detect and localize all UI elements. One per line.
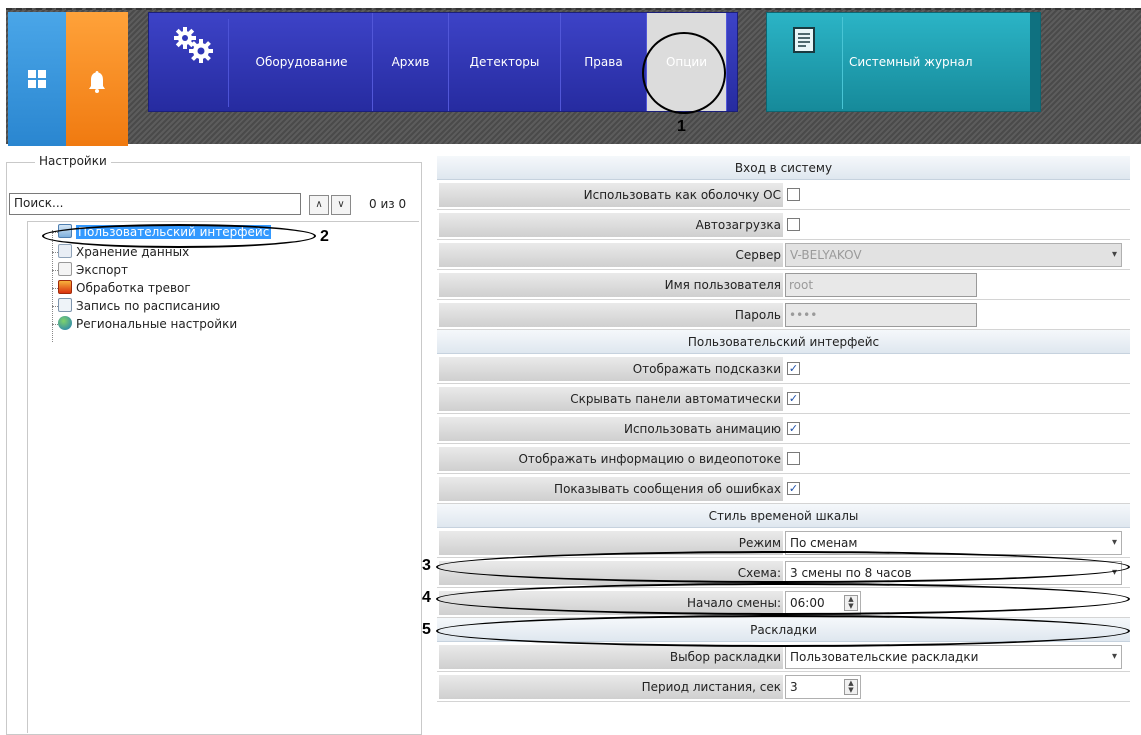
callout-number-5: 5 — [422, 621, 431, 638]
search-next-button[interactable]: ∨ — [331, 195, 351, 215]
journal-label: Системный журнал — [849, 55, 973, 69]
section-user-interface: Пользовательский интерфейс — [437, 330, 1130, 354]
search-count: 0 из 0 — [369, 197, 407, 211]
layout-select-value: Пользовательские раскладки — [790, 650, 979, 664]
tab-equipment[interactable]: Оборудование — [231, 13, 373, 111]
server-label: Сервер — [439, 243, 783, 267]
search-prev-button[interactable]: ∧ — [309, 195, 329, 215]
server-value: V-BELYAKOV — [790, 248, 862, 262]
section-timeline-style: Стиль временой шкалы — [437, 504, 1130, 528]
row-animation: Использовать анимацию ✓ — [437, 414, 1130, 444]
scroll-period-label: Период листания, сек — [439, 675, 783, 699]
alarm-icon — [58, 280, 72, 294]
export-icon — [58, 262, 72, 276]
windows-icon — [28, 70, 46, 88]
settings-panel: Настройки Поиск... ∧ ∨ 0 из 0 Пользовате… — [6, 154, 422, 735]
callout-ellipse-2 — [42, 224, 316, 248]
row-autoload: Автозагрузка — [437, 210, 1130, 240]
alarm-tile-button[interactable] — [66, 12, 128, 146]
row-scroll-period: Период листания, сек 3 ▲ ▼ — [437, 672, 1130, 702]
row-shell: Использовать как оболочку ОС — [437, 180, 1130, 210]
settings-tree: Пользовательский интерфейс Хранение данн… — [27, 221, 419, 733]
callout-ellipse-3 — [436, 551, 1130, 583]
animation-label: Использовать анимацию — [439, 417, 783, 441]
section-login: Вход в систему — [437, 156, 1130, 180]
journal-icon — [771, 17, 843, 109]
search-input[interactable]: Поиск... — [9, 193, 301, 215]
spinner-arrows-icon[interactable]: ▲ ▼ — [844, 679, 858, 695]
scroll-period-spinner[interactable]: 3 ▲ ▼ — [785, 675, 861, 699]
callout-number-3: 3 — [422, 557, 431, 574]
tree-item-export[interactable]: Экспорт — [58, 262, 128, 278]
globe-icon — [58, 316, 72, 330]
chevron-down-icon: ▾ — [1111, 651, 1117, 662]
journal-strip — [1030, 13, 1040, 111]
search-row: Поиск... ∧ ∨ 0 из 0 — [9, 193, 417, 215]
username-label: Имя пользователя — [439, 273, 783, 297]
tree-connector — [52, 230, 53, 342]
row-errors: Показывать сообщения об ошибках ✓ — [437, 474, 1130, 504]
password-label: Пароль — [439, 303, 783, 327]
row-hints: Отображать подсказки ✓ — [437, 354, 1130, 384]
row-password: Пароль •••• — [437, 300, 1130, 330]
callout-number-1: 1 — [677, 118, 686, 135]
row-server: Сервер V-BELYAKOV ▾ — [437, 240, 1130, 270]
row-stream-info: Отображать информацию о видеопотоке — [437, 444, 1130, 474]
autoload-checkbox[interactable] — [787, 218, 800, 231]
row-hide-panels: Скрывать панели автоматически ✓ — [437, 384, 1130, 414]
layout-select-label: Выбор раскладки — [439, 645, 783, 669]
stream-info-checkbox[interactable] — [787, 452, 800, 465]
tree-item-scheduled-recording[interactable]: Запись по расписанию — [58, 298, 220, 314]
chevron-down-icon: ▾ — [1111, 537, 1117, 548]
stream-info-label: Отображать информацию о видеопотоке — [439, 447, 783, 471]
hide-panels-checkbox[interactable]: ✓ — [787, 392, 800, 405]
bell-icon — [87, 70, 107, 99]
hints-label: Отображать подсказки — [439, 357, 783, 381]
errors-label: Показывать сообщения об ошибках — [439, 477, 783, 501]
autoload-label: Автозагрузка — [439, 213, 783, 237]
chevron-down-icon: ▾ — [1111, 249, 1117, 260]
callout-ellipse-1 — [642, 32, 726, 114]
animation-checkbox[interactable]: ✓ — [787, 422, 800, 435]
top-toolbar: Оборудование Архив Детекторы Права Опции… — [6, 8, 1141, 146]
mode-value: По сменам — [790, 536, 858, 550]
scroll-period-value: 3 — [790, 680, 798, 694]
hints-checkbox[interactable]: ✓ — [787, 362, 800, 375]
schedule-icon — [58, 298, 72, 312]
tab-archive[interactable]: Архив — [373, 13, 449, 111]
windows-tile-button[interactable] — [8, 12, 66, 146]
username-field[interactable]: root — [785, 273, 977, 297]
row-username: Имя пользователя root — [437, 270, 1130, 300]
hide-panels-label: Скрывать панели автоматически — [439, 387, 783, 411]
storage-icon — [58, 244, 72, 258]
tree-item-alarm-processing[interactable]: Обработка тревог — [58, 280, 191, 296]
password-field[interactable]: •••• — [785, 303, 977, 327]
tab-detectors[interactable]: Детекторы — [449, 13, 561, 111]
callout-ellipse-5 — [436, 615, 1130, 647]
errors-checkbox[interactable]: ✓ — [787, 482, 800, 495]
settings-panel-title: Настройки — [35, 154, 111, 168]
shell-label: Использовать как оболочку ОС — [439, 183, 783, 207]
callout-number-2: 2 — [320, 228, 329, 245]
gears-icon — [157, 19, 229, 107]
callout-ellipse-4 — [436, 583, 1130, 615]
shell-checkbox[interactable] — [787, 188, 800, 201]
callout-number-4: 4 — [422, 589, 431, 606]
tab-rights[interactable]: Права — [561, 13, 647, 111]
tree-item-regional-settings[interactable]: Региональные настройки — [58, 316, 237, 332]
layout-select[interactable]: Пользовательские раскладки ▾ — [785, 645, 1122, 669]
system-journal-button[interactable]: Системный журнал — [766, 12, 1041, 112]
server-select[interactable]: V-BELYAKOV ▾ — [785, 243, 1122, 267]
